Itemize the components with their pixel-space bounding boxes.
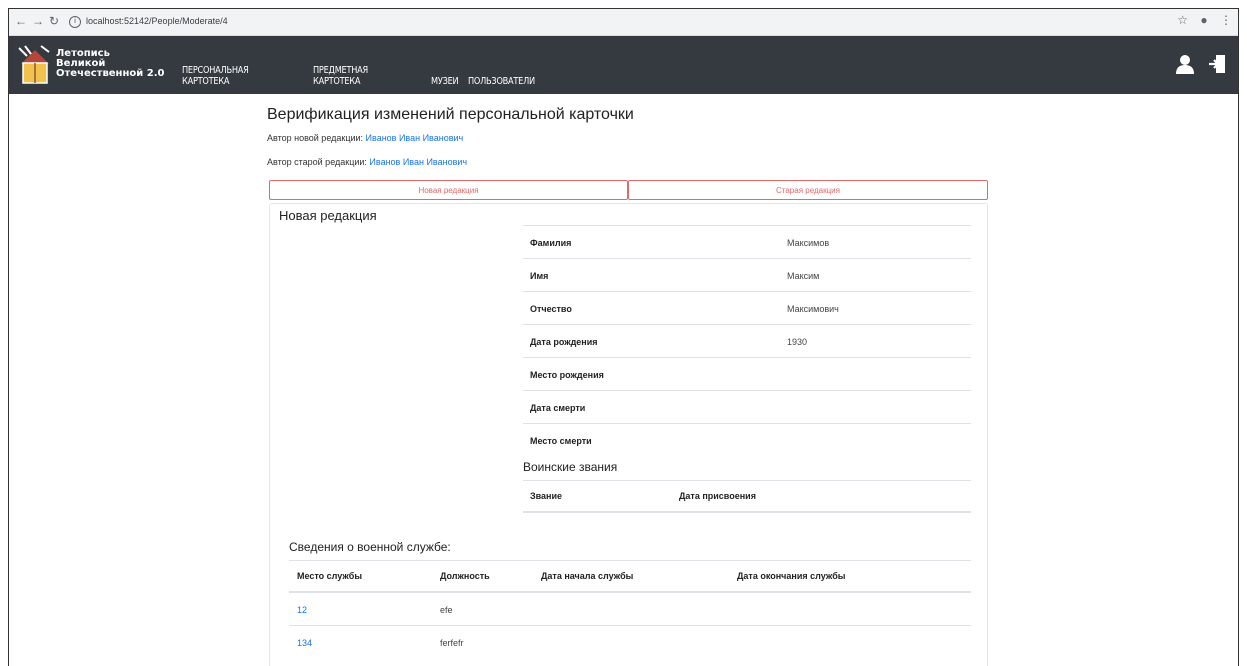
- site-info-icon[interactable]: i: [69, 15, 81, 28]
- tab-old-version[interactable]: Старая редакция: [628, 180, 988, 200]
- bookmark-star-icon[interactable]: ☆: [1177, 13, 1188, 27]
- user-icon[interactable]: [1176, 54, 1195, 74]
- old-author-label: Автор старой редакции:: [267, 157, 367, 167]
- field-row-birth-date: Дата рождения 1930: [523, 324, 971, 357]
- menu-item-personal-cards[interactable]: ПЕРСОНАЛЬНАЯ КАРТОТЕКА: [182, 65, 279, 87]
- field-label: Дата смерти: [530, 403, 586, 413]
- profile-icon[interactable]: ●: [1200, 13, 1207, 27]
- address-url: localhost:52142/People/Moderate/4: [86, 16, 228, 26]
- app-navbar: Летопись Великой Отечественной 2.0 ПЕРСО…: [9, 36, 1238, 94]
- service-title: Сведения о военной службе:: [289, 540, 451, 554]
- logo-text[interactable]: Летопись Великой Отечественной 2.0: [56, 49, 164, 79]
- service-place-link[interactable]: 134: [297, 638, 312, 648]
- column-header: Звание: [530, 491, 563, 501]
- field-label: Фамилия: [530, 238, 572, 248]
- field-label: Место рождения: [530, 370, 604, 380]
- logo-line: Отечественной 2.0: [56, 68, 165, 79]
- back-icon[interactable]: ←: [15, 14, 27, 28]
- column-header: Дата начала службы: [541, 571, 634, 581]
- browser-toolbar: ← → ↻ i localhost:52142/People/Moderate/4…: [9, 9, 1238, 36]
- menu-item-subject-cards[interactable]: ПРЕДМЕТНАЯ КАРТОТЕКА: [313, 65, 398, 87]
- old-author-line: Автор старой редакции: Иванов Иван Ивано…: [267, 157, 467, 167]
- field-value: Максимович: [787, 304, 839, 314]
- column-header: Должность: [440, 571, 490, 581]
- tab-new-version[interactable]: Новая редакция: [269, 180, 628, 200]
- logout-icon[interactable]: [1208, 54, 1226, 74]
- address-bar[interactable]: i localhost:52142/People/Moderate/4: [69, 13, 228, 30]
- version-tabs: Новая редакция Старая редакция: [269, 180, 988, 200]
- field-row-name: Имя Максим: [523, 258, 971, 291]
- field-row-birth-place: Место рождения: [523, 357, 971, 390]
- field-label: Место смерти: [530, 436, 592, 446]
- page-title: Верификация изменений персональной карто…: [267, 106, 634, 123]
- field-value: Максимов: [787, 238, 830, 248]
- table-row: 134 ferfefr: [289, 626, 971, 659]
- field-label: Дата рождения: [530, 337, 598, 347]
- card-title: Новая редакция: [279, 208, 377, 223]
- field-row-surname: Фамилия Максимов: [523, 225, 971, 258]
- service-position: efe: [440, 605, 453, 615]
- browser-window: ← → ↻ i localhost:52142/People/Moderate/4…: [8, 8, 1239, 666]
- new-author-line: Автор новой редакции: Иванов Иван Иванов…: [267, 133, 463, 143]
- old-author-link[interactable]: Иванов Иван Иванович: [369, 157, 467, 167]
- table-row: 12 efe: [289, 593, 971, 626]
- new-author-link[interactable]: Иванов Иван Иванович: [366, 133, 464, 143]
- field-row-death-place: Место смерти: [523, 423, 971, 456]
- service-position: ferfefr: [440, 638, 464, 648]
- forward-icon[interactable]: →: [32, 14, 44, 28]
- column-header: Дата окончания службы: [737, 571, 846, 581]
- ranks-table-header: Звание Дата присвоения: [523, 480, 971, 513]
- reload-icon[interactable]: ↻: [49, 14, 59, 28]
- service-table-header: Место службы Должность Дата начала служб…: [289, 560, 971, 593]
- service-place-link[interactable]: 12: [297, 605, 307, 615]
- menu-item-museums[interactable]: МУЗЕИ: [431, 76, 459, 87]
- field-label: Имя: [530, 271, 549, 281]
- field-value: Максим: [787, 271, 820, 281]
- field-row-patronymic: Отчество Максимович: [523, 291, 971, 324]
- ranks-title: Воинские звания: [523, 460, 618, 474]
- field-row-death-date: Дата смерти: [523, 390, 971, 423]
- field-value: 1930: [787, 337, 808, 347]
- new-author-label: Автор новой редакции:: [267, 133, 364, 143]
- book-logo-icon[interactable]: [17, 44, 53, 86]
- main-menu: ПЕРСОНАЛЬНАЯ КАРТОТЕКА ПРЕДМЕТНАЯ КАРТОТ…: [182, 65, 547, 89]
- menu-item-users[interactable]: ПОЛЬЗОВАТЕЛИ: [468, 76, 535, 87]
- column-header: Место службы: [297, 571, 363, 581]
- browser-menu-icon[interactable]: ⋮: [1220, 13, 1232, 27]
- column-header: Дата присвоения: [679, 491, 756, 501]
- field-label: Отчество: [530, 304, 572, 314]
